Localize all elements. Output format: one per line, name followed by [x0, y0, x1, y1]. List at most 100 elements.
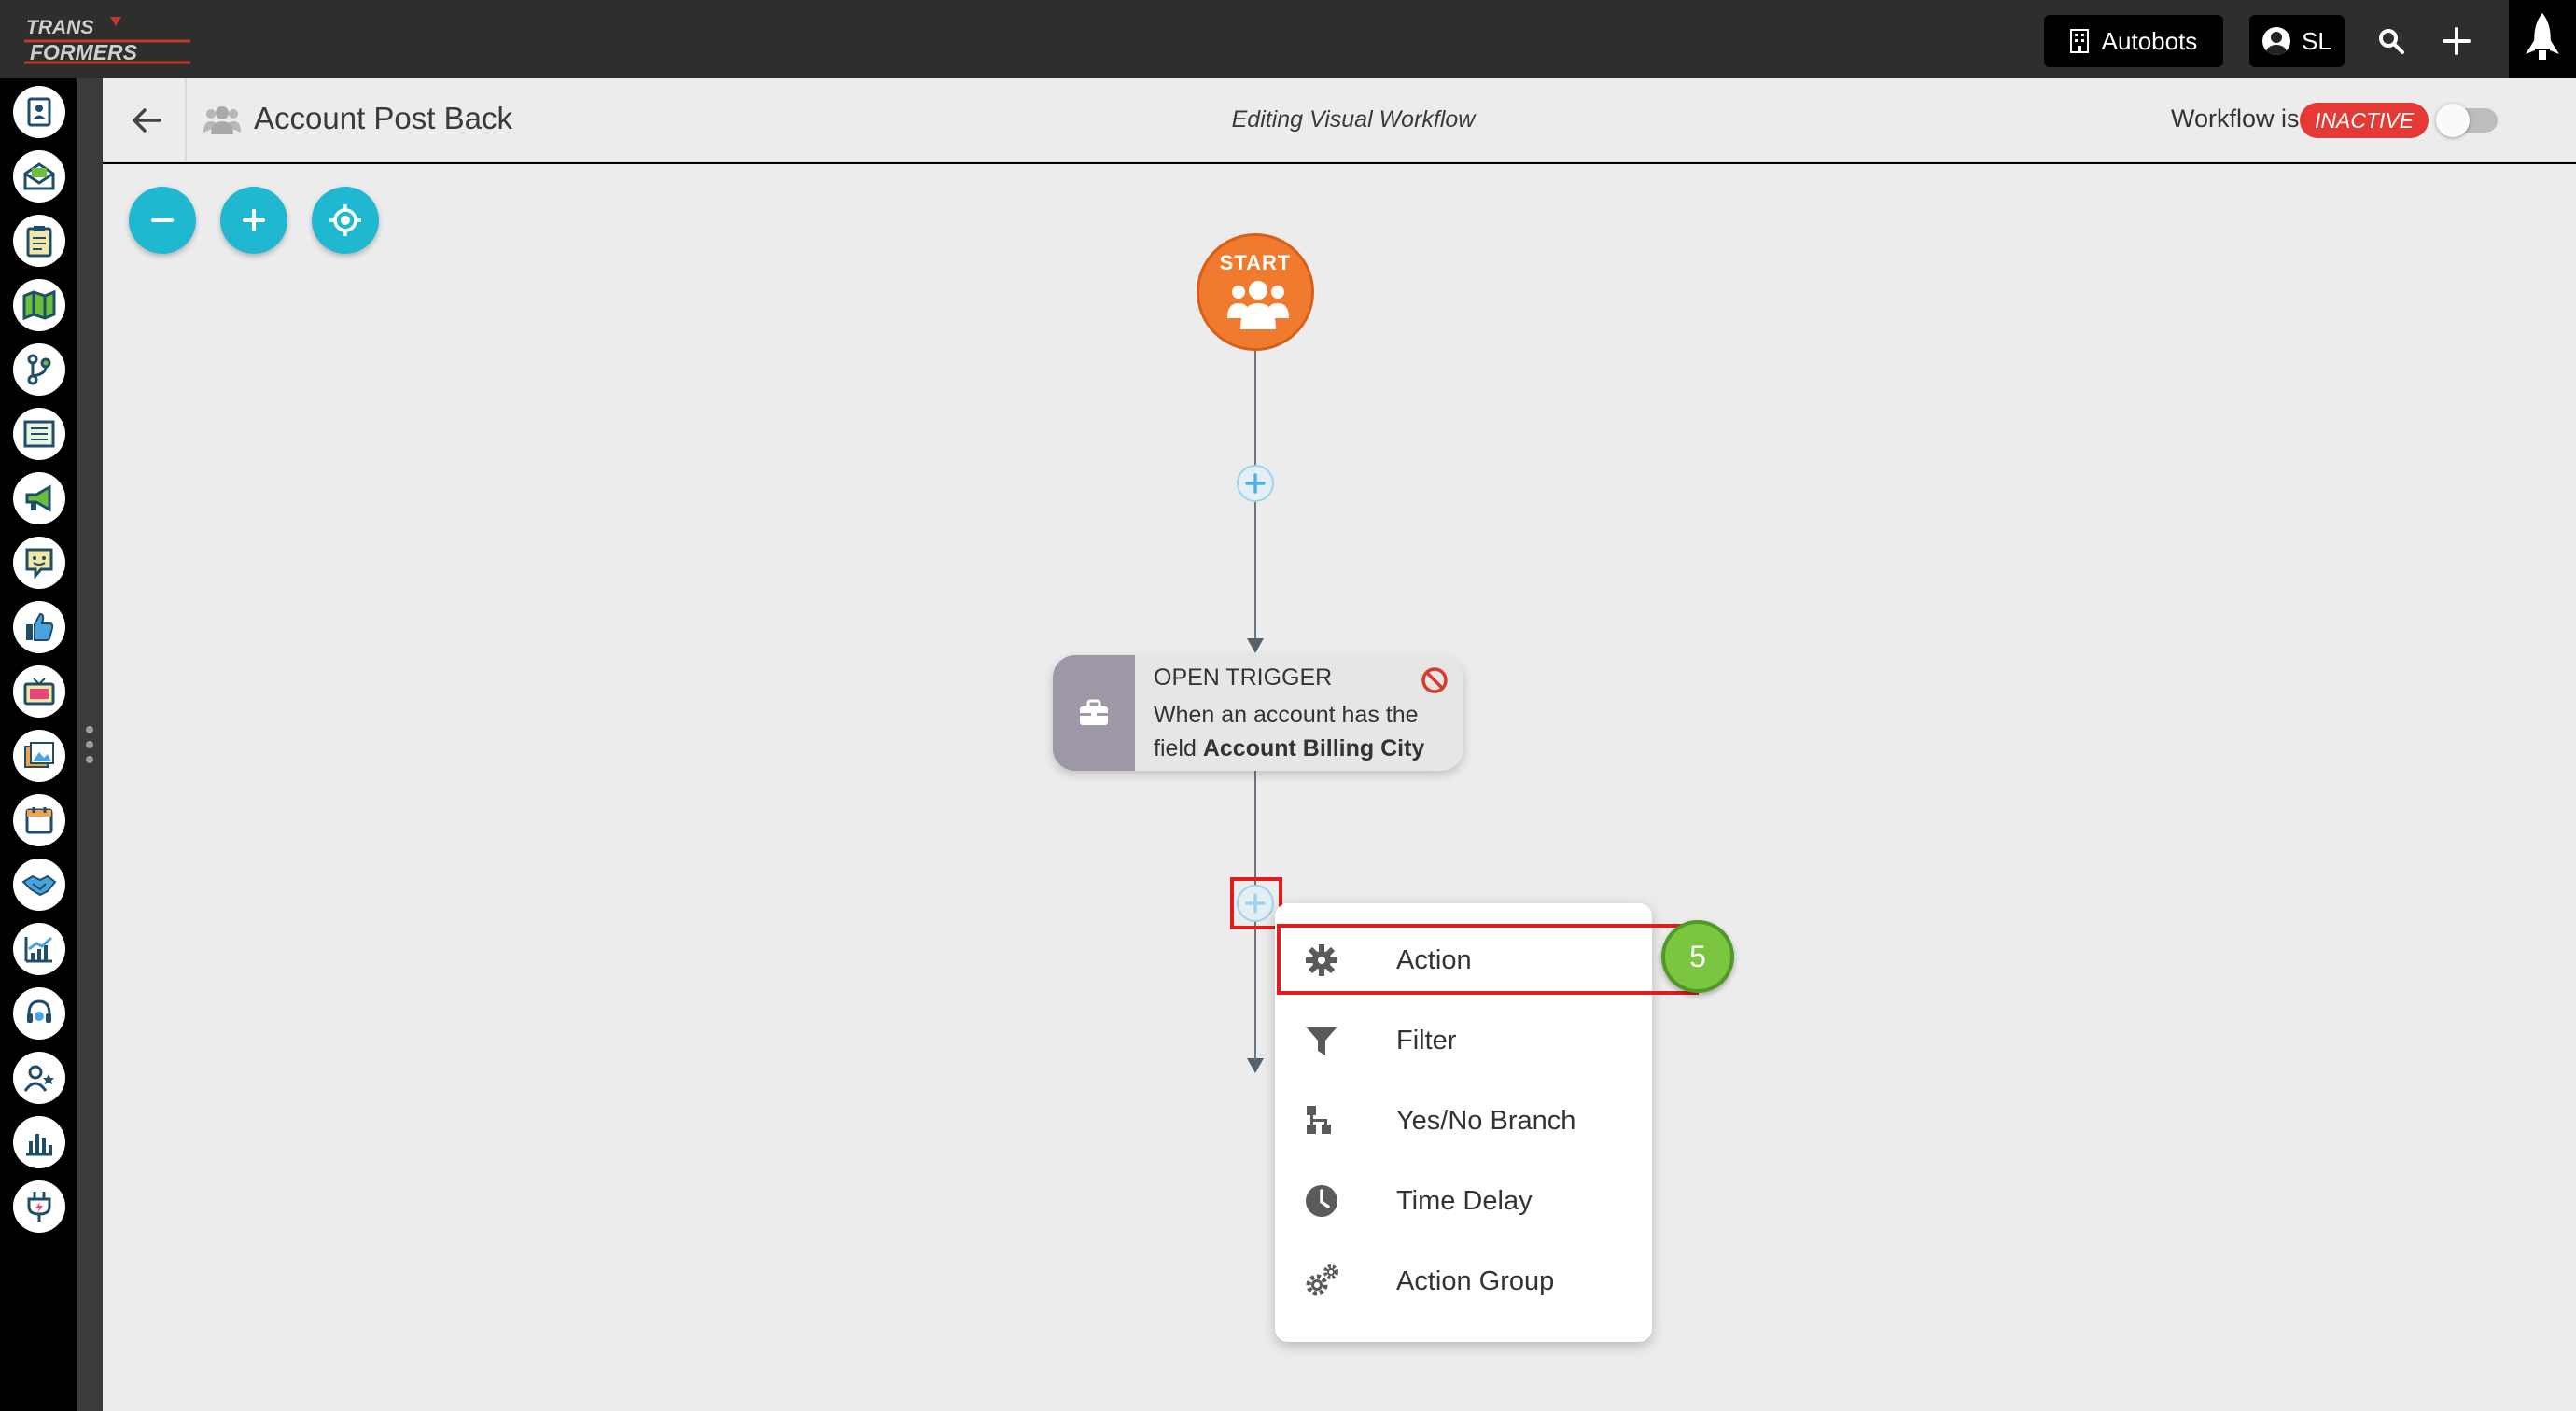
step-number-badge: 5: [1661, 920, 1734, 993]
nav-chat[interactable]: [13, 537, 65, 589]
bar-chart-icon: [26, 1134, 52, 1156]
image-icon: [24, 742, 54, 768]
workflow-canvas[interactable]: START OPEN TRIGGER When an account has t…: [103, 164, 2576, 1411]
trigger-field-name: Account Billing City: [1202, 735, 1425, 761]
grip-dot: [86, 741, 93, 748]
building-icon: [2069, 29, 2089, 53]
rocket-icon: [2526, 13, 2559, 60]
status-badge: INACTIVE: [2300, 103, 2429, 138]
launch-button[interactable]: [2509, 0, 2576, 78]
handshake-icon: [21, 874, 57, 897]
connector-line: [1254, 929, 1256, 1060]
plus-icon: [2443, 27, 2471, 55]
connector-arrow: [1247, 638, 1264, 653]
clipboard-icon: [26, 226, 52, 258]
menu-item-time-delay[interactable]: Time Delay: [1275, 1161, 1652, 1241]
plug-icon: [27, 1192, 51, 1222]
trend-chart-icon: [24, 936, 53, 963]
nav-integrations[interactable]: [13, 1180, 65, 1233]
nav-users[interactable]: [13, 1052, 65, 1104]
envelope-icon: [23, 162, 55, 190]
workflow-status-label: Workflow is: [2171, 105, 2300, 133]
menu-item-label: Time Delay: [1396, 1185, 1533, 1216]
menu-item-label: Yes/No Branch: [1396, 1105, 1576, 1136]
add-button[interactable]: [2436, 21, 2477, 62]
logo-text-top: TRANS: [26, 17, 93, 38]
nav-email[interactable]: [13, 150, 65, 203]
add-step-button[interactable]: [1237, 465, 1274, 502]
menu-item-label: Filter: [1396, 1025, 1457, 1055]
avatar-icon: [2262, 27, 2291, 55]
recenter-button[interactable]: [312, 187, 379, 254]
start-node[interactable]: START: [1197, 233, 1314, 351]
nav-workflows[interactable]: [13, 343, 65, 396]
gears-icon: [1301, 1261, 1342, 1302]
filter-icon: [1301, 1020, 1342, 1061]
map-icon: [22, 290, 56, 320]
nav-media[interactable]: [13, 665, 65, 718]
trigger-icon-panel: [1053, 655, 1135, 771]
list-icon: [23, 420, 55, 448]
minus-icon: [151, 218, 174, 222]
branch-icon: [27, 354, 51, 385]
headset-icon: [27, 999, 51, 1023]
transformers-logo[interactable]: TRANS FORMERS: [17, 13, 194, 65]
people-icon: [203, 106, 241, 134]
open-trigger-node[interactable]: OPEN TRIGGER When an account has the fie…: [1053, 655, 1463, 771]
menu-item-filter[interactable]: Filter: [1275, 1000, 1652, 1081]
nav-campaigns[interactable]: [13, 472, 65, 524]
nav-support[interactable]: [13, 987, 65, 1040]
nav-analytics[interactable]: [13, 923, 65, 975]
crosshair-icon: [329, 204, 361, 236]
nav-calendar[interactable]: [13, 794, 65, 846]
header-divider: [185, 78, 187, 161]
connector-arrow: [1247, 1058, 1264, 1073]
trigger-title: OPEN TRIGGER: [1154, 664, 1333, 691]
grip-dot: [86, 756, 93, 763]
megaphone-icon: [25, 484, 51, 512]
clock-icon: [1301, 1180, 1342, 1222]
menu-item-label: Action Group: [1396, 1265, 1555, 1296]
nav-contacts[interactable]: [13, 86, 65, 138]
arrow-left-icon: [133, 108, 161, 133]
menu-item-action-group[interactable]: Action Group: [1275, 1241, 1652, 1321]
disabled-icon[interactable]: [1421, 666, 1449, 694]
sidebar-resize-handle[interactable]: [77, 78, 103, 1411]
org-name: Autobots: [2101, 26, 2198, 55]
highlight-box: [1277, 924, 1699, 995]
nav-maps[interactable]: [13, 279, 65, 331]
plus-icon: [1245, 473, 1266, 494]
left-nav: [0, 78, 77, 1411]
thumbs-up-icon: [26, 612, 54, 641]
user-initials: SL: [2302, 26, 2331, 55]
org-switcher-button[interactable]: Autobots: [2044, 15, 2223, 67]
user-menu-button[interactable]: SL: [2249, 15, 2345, 67]
branch-icon: [1301, 1100, 1342, 1141]
calendar-icon: [25, 807, 53, 834]
nav-deals[interactable]: [13, 859, 65, 911]
user-star-icon: [23, 1065, 54, 1092]
chat-bot-icon: [25, 548, 53, 579]
nav-reports[interactable]: [13, 1116, 65, 1168]
start-label: START: [1219, 251, 1292, 274]
toggle-knob: [2436, 104, 2470, 137]
nav-lists[interactable]: [13, 408, 65, 460]
nav-gallery[interactable]: [13, 730, 65, 782]
workflow-header: Account Post Back Editing Visual Workflo…: [103, 78, 2576, 162]
zoom-in-button[interactable]: [220, 187, 287, 254]
nav-social[interactable]: [13, 601, 65, 653]
tv-icon: [23, 678, 55, 706]
search-icon: [2379, 29, 2404, 54]
users-group-icon: [1227, 281, 1289, 329]
search-button[interactable]: [2371, 21, 2412, 62]
zoom-out-button[interactable]: [129, 187, 196, 254]
briefcase-icon: [1080, 699, 1108, 725]
contact-card-icon: [27, 97, 51, 127]
nav-forms[interactable]: [13, 215, 65, 267]
top-bar: TRANS FORMERS Autobots SL: [0, 0, 2576, 78]
grip-dot: [86, 726, 93, 733]
menu-item-yes-no-branch[interactable]: Yes/No Branch: [1275, 1081, 1652, 1161]
trigger-description: When an account has the field Account Bi…: [1154, 698, 1452, 765]
workflow-active-toggle[interactable]: [2436, 104, 2498, 137]
back-button[interactable]: [125, 99, 168, 142]
